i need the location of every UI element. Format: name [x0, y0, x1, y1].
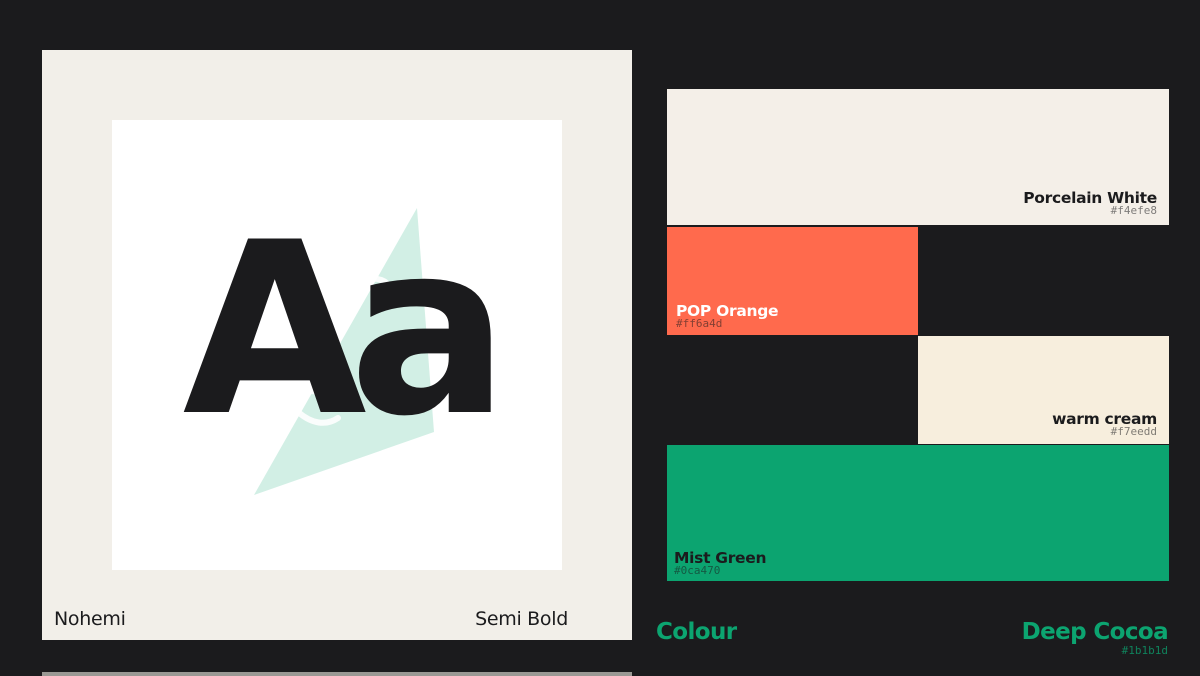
- typeface-card: Aa Nohemi Semi Bold: [42, 50, 632, 640]
- swatch-hex: #f4efe8: [1110, 204, 1157, 217]
- background-swatch-hex: #1b1b1d: [1121, 644, 1168, 657]
- swatch-porcelain-white: Porcelain White #f4efe8: [667, 89, 1169, 225]
- next-card-edge: [42, 672, 632, 676]
- swatch-pop-orange: POP Orange #ff6a4d: [667, 227, 918, 335]
- swatch-mist-green: Mist Green #0ca470: [667, 445, 1169, 581]
- swatch-hex: #0ca470: [674, 564, 721, 577]
- swatch-hex: #f7eedd: [1110, 425, 1157, 438]
- colour-section-label: Colour: [656, 619, 737, 645]
- font-family-name: Nohemi: [54, 608, 126, 630]
- type-sample-glyphs: Aa: [182, 192, 510, 469]
- brand-style-board: Aa Nohemi Semi Bold Porcelain White #f4e…: [0, 0, 1200, 676]
- swatch-hex: #ff6a4d: [676, 317, 723, 330]
- background-swatch-name: Deep Cocoa: [1021, 619, 1169, 645]
- type-specimen: Aa: [112, 120, 562, 570]
- font-weight-name: Semi Bold: [475, 608, 568, 630]
- swatch-warm-cream: warm cream #f7eedd: [918, 336, 1169, 444]
